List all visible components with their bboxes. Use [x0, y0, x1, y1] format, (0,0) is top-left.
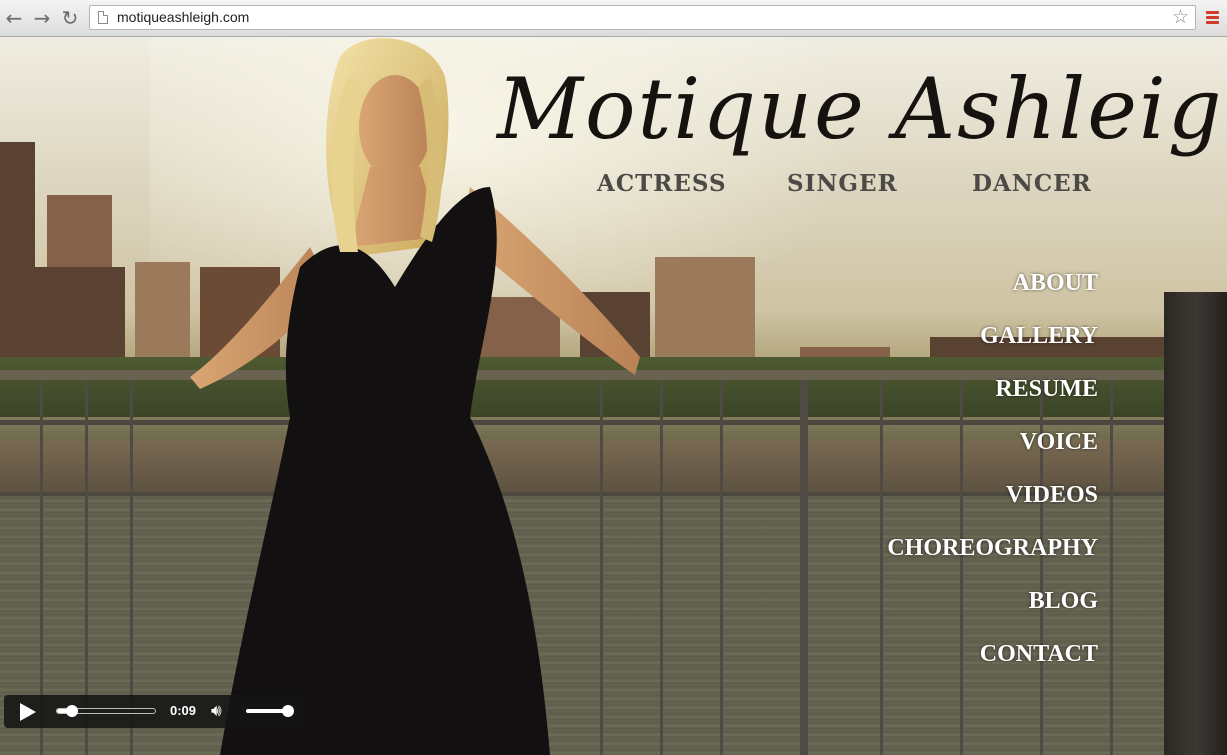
- forward-arrow-icon[interactable]: →: [31, 7, 53, 29]
- site-title[interactable]: Motique Ashleigh: [497, 59, 1227, 159]
- reload-icon[interactable]: ↻: [59, 7, 81, 29]
- current-time: 0:09: [170, 703, 197, 718]
- volume-handle[interactable]: [281, 705, 294, 717]
- hero-background: Motique Ashleigh ACTRESS SINGER DANCER A…: [0, 37, 1227, 755]
- menu-icon[interactable]: [1206, 11, 1219, 26]
- wooden-post: [1164, 292, 1227, 755]
- nav-gallery[interactable]: GALLERY: [980, 323, 1098, 350]
- role-actress: ACTRESS: [597, 170, 727, 197]
- role-dancer: DANCER: [972, 170, 1092, 197]
- role-singer: SINGER: [787, 170, 898, 197]
- nav-resume[interactable]: RESUME: [995, 376, 1098, 403]
- nav-videos[interactable]: VIDEOS: [1006, 482, 1098, 509]
- browser-toolbar: ← → ↻ motiqueashleigh.com ☆: [0, 0, 1227, 37]
- star-icon[interactable]: ☆: [1172, 6, 1189, 28]
- volume-icon[interactable]: 🔊︎: [211, 701, 237, 721]
- page-icon: [98, 11, 108, 24]
- nav-choreography[interactable]: CHOREOGRAPHY: [887, 535, 1098, 562]
- nav-voice[interactable]: VOICE: [1020, 429, 1098, 456]
- nav-contact[interactable]: CONTACT: [980, 641, 1098, 668]
- url-text[interactable]: motiqueashleigh.com: [117, 9, 249, 25]
- nav-about[interactable]: ABOUT: [1013, 270, 1098, 297]
- address-bar[interactable]: motiqueashleigh.com ☆: [89, 5, 1196, 30]
- seek-handle[interactable]: [66, 705, 78, 717]
- nav-blog[interactable]: BLOG: [1029, 588, 1098, 615]
- back-arrow-icon[interactable]: ←: [3, 7, 25, 29]
- audio-player: 0:09 🔊︎: [4, 695, 304, 728]
- play-icon[interactable]: [20, 703, 36, 721]
